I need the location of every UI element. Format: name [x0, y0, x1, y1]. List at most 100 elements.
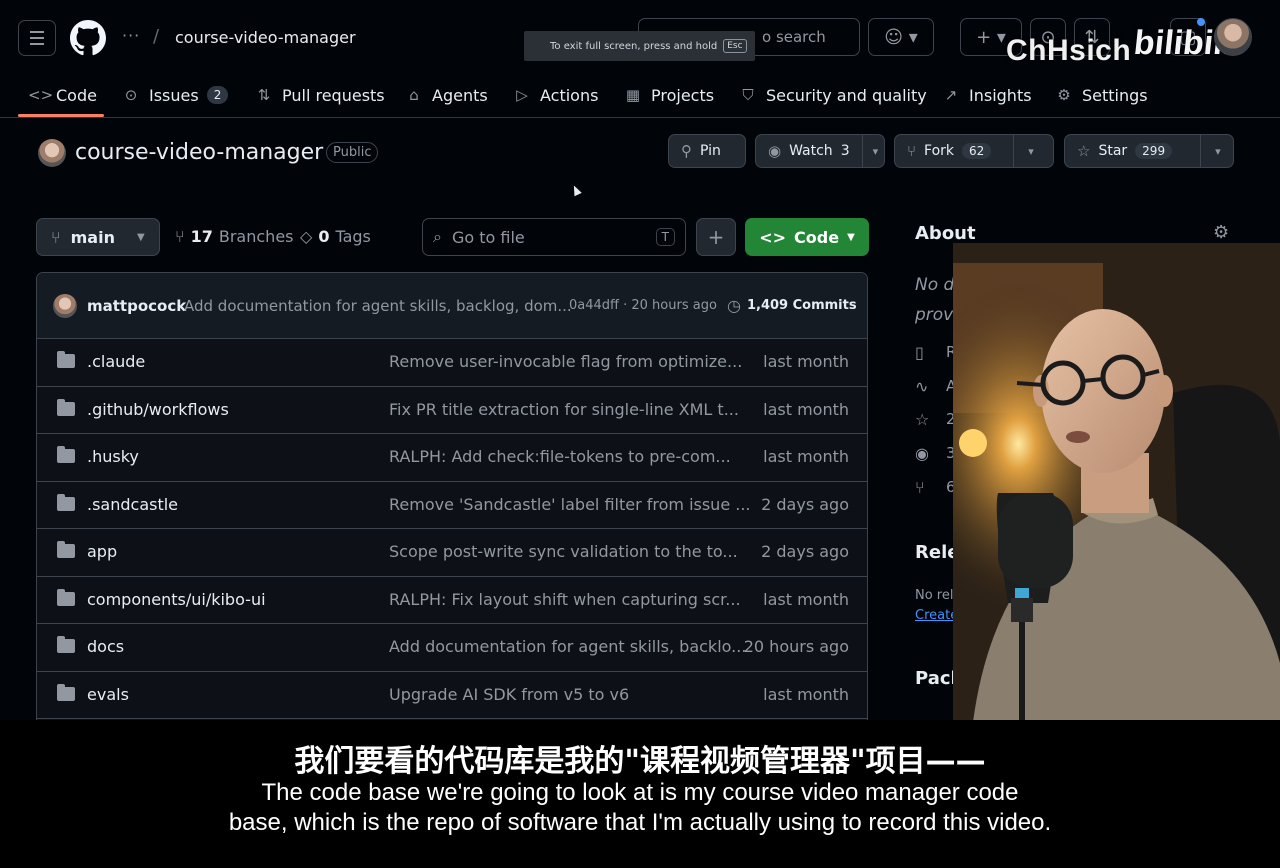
tab-pull-requests[interactable]: ⇅ Pull requests: [254, 80, 385, 110]
tab-security[interactable]: ⛉ Security and quality: [738, 80, 926, 110]
commits-link[interactable]: ◷ 1,409 Commits: [727, 296, 857, 315]
tab-label: Agents: [432, 85, 488, 105]
commit-message[interactable]: Add documentation for agent skills, back…: [184, 297, 572, 315]
tab-settings[interactable]: ⚙ Settings: [1054, 80, 1148, 110]
file-commit-message[interactable]: Add documentation for agent skills, back…: [389, 637, 746, 656]
repo-nav-tabs: <> Code ⊙ Issues 2 ⇅ Pull requests ⌂ Age…: [0, 74, 1280, 118]
file-commit-message[interactable]: Remove 'Sandcastle' label filter from is…: [389, 495, 751, 514]
file-name[interactable]: .github/workflows: [87, 400, 229, 419]
table-row[interactable]: docs Add documentation for agent skills, …: [37, 624, 867, 672]
fork-count: 62: [962, 143, 992, 159]
file-name[interactable]: components/ui/kibo-ui: [87, 590, 266, 609]
file-commit-date: 2 days ago: [761, 542, 849, 561]
tab-label: Code: [56, 85, 97, 105]
plus-icon: +: [707, 225, 725, 249]
file-commit-message[interactable]: Fix PR title extraction for single-line …: [389, 400, 739, 419]
tab-issues[interactable]: ⊙ Issues 2: [121, 80, 229, 110]
watch-count: 3: [840, 143, 850, 159]
menu-icon-bar: [30, 37, 44, 39]
file-name[interactable]: app: [87, 542, 117, 561]
gear-icon[interactable]: ⚙: [1213, 222, 1229, 243]
file-commit-message[interactable]: Scope post-write sync validation to the …: [389, 542, 738, 561]
go-to-file-shortcut: T: [655, 228, 675, 246]
star-label: Star: [1098, 143, 1128, 159]
github-logo-icon[interactable]: [70, 20, 106, 56]
file-commit-message[interactable]: RALPH: Fix layout shift when capturing s…: [389, 590, 741, 609]
table-row[interactable]: evals Upgrade AI SDK from v5 to v6 last mo…: [37, 672, 867, 719]
watch-button[interactable]: ◉ Watch 3 ▾: [755, 134, 885, 168]
branches-label: Branches: [218, 227, 294, 246]
table-row[interactable]: .husky RALPH: Add check:file-tokens to pr…: [37, 434, 867, 482]
copilot-button[interactable]: ☺ ▾: [868, 18, 934, 56]
fork-button[interactable]: ⑂ Fork 62 ▾: [894, 134, 1054, 168]
tab-label: Pull requests: [282, 85, 385, 105]
fullscreen-key: Esc: [723, 39, 747, 53]
commit-author-avatar[interactable]: [53, 294, 77, 318]
table-row[interactable]: components/ui/kibo-ui RALPH: Fix layout s…: [37, 577, 867, 624]
plus-icon: + ▾: [976, 26, 1006, 48]
file-name[interactable]: .claude: [87, 352, 145, 371]
commit-author[interactable]: mattpocock: [87, 297, 186, 315]
table-row[interactable]: .github/workflows Fix PR title extraction…: [37, 387, 867, 434]
webcam-overlay: [953, 243, 1280, 722]
star-button[interactable]: ☆ Star 299 ▾: [1064, 134, 1234, 168]
file-commit-message[interactable]: Remove user-invocable flag from optimize…: [389, 352, 742, 371]
tab-agents[interactable]: ⌂ Agents: [404, 80, 488, 110]
file-commit-date: 20 hours ago: [743, 637, 849, 656]
menu-icon-bar: [30, 43, 44, 45]
copilot-icon: ☺ ▾: [884, 26, 918, 48]
branches-count: 17: [190, 227, 213, 246]
menu-icon-bar: [30, 31, 44, 33]
branches-link[interactable]: ⑂ 17 Branches: [175, 227, 294, 246]
folder-icon: [57, 446, 75, 463]
tags-link[interactable]: ◇ 0 Tags: [300, 227, 371, 246]
breadcrumb-overflow[interactable]: ···: [122, 26, 140, 45]
file-name[interactable]: .husky: [87, 447, 139, 466]
table-row[interactable]: .claude Remove user-invocable flag from o…: [37, 339, 867, 387]
breadcrumb-separator: /: [153, 26, 160, 47]
code-icon: <>: [759, 227, 787, 247]
create-release-link[interactable]: Create: [915, 608, 958, 623]
go-to-file-input[interactable]: ⌕ Go to file T: [422, 218, 686, 256]
issues-count: 2: [206, 86, 229, 104]
file-name[interactable]: .sandcastle: [87, 495, 178, 514]
chevron-down-icon[interactable]: ▾: [1200, 134, 1221, 168]
branch-icon: ⑂: [175, 227, 185, 246]
add-file-button[interactable]: +: [696, 218, 736, 256]
commit-sha-time[interactable]: 0a44dff · 20 hours ago: [569, 298, 717, 313]
owner-avatar[interactable]: [38, 139, 66, 167]
star-count: 299: [1135, 143, 1173, 159]
about-desc-line: prov: [915, 305, 954, 325]
file-name[interactable]: evals: [87, 685, 129, 704]
file-table: mattpocock Add documentation for agent s…: [36, 272, 868, 732]
menu-button[interactable]: [18, 20, 56, 56]
user-avatar[interactable]: [1214, 18, 1252, 56]
tab-insights[interactable]: ↗ Insights: [941, 80, 1032, 110]
code-dropdown-button[interactable]: <> Code ▼: [745, 218, 869, 256]
pin-button[interactable]: ⚲ Pin: [668, 134, 746, 168]
file-name[interactable]: docs: [87, 637, 124, 656]
file-commit-date: 2 days ago: [761, 494, 849, 514]
breadcrumb-repo[interactable]: course-video-manager: [175, 28, 356, 47]
tab-code[interactable]: <> Code: [28, 80, 97, 110]
presenter-video-frame: [953, 243, 1280, 722]
repo-title[interactable]: course-video-manager: [75, 140, 323, 165]
file-commit-message[interactable]: RALPH: Add check:file-tokens to pre-com.…: [389, 447, 731, 466]
chevron-down-icon[interactable]: ▾: [1013, 134, 1034, 168]
commits-count: 1,409 Commits: [746, 298, 857, 313]
tab-projects[interactable]: ▦ Projects: [623, 80, 714, 110]
table-row[interactable]: app Scope post-write sync validation to t…: [37, 529, 867, 577]
latest-commit-bar: mattpocock Add documentation for agent s…: [37, 273, 867, 339]
shield-icon: ⛉: [742, 86, 754, 104]
subtitle-chinese: 我们要看的代码库是我的"课程视频管理器"项目——: [294, 744, 986, 779]
folder-icon: [57, 541, 75, 558]
table-row[interactable]: .sandcastle Remove 'Sandcastle' label fil…: [37, 482, 867, 529]
tab-label: Settings: [1082, 85, 1148, 105]
chevron-down-icon[interactable]: ▾: [861, 134, 878, 168]
gear-icon: ⚙: [1057, 86, 1071, 104]
tab-actions[interactable]: ▷ Actions: [512, 80, 598, 110]
branch-selector[interactable]: ⑂ main ▼: [36, 218, 160, 256]
file-commit-message[interactable]: Upgrade AI SDK from v5 to v6: [389, 685, 629, 704]
visibility-badge: Public: [326, 142, 379, 163]
branch-name: main: [70, 227, 115, 247]
